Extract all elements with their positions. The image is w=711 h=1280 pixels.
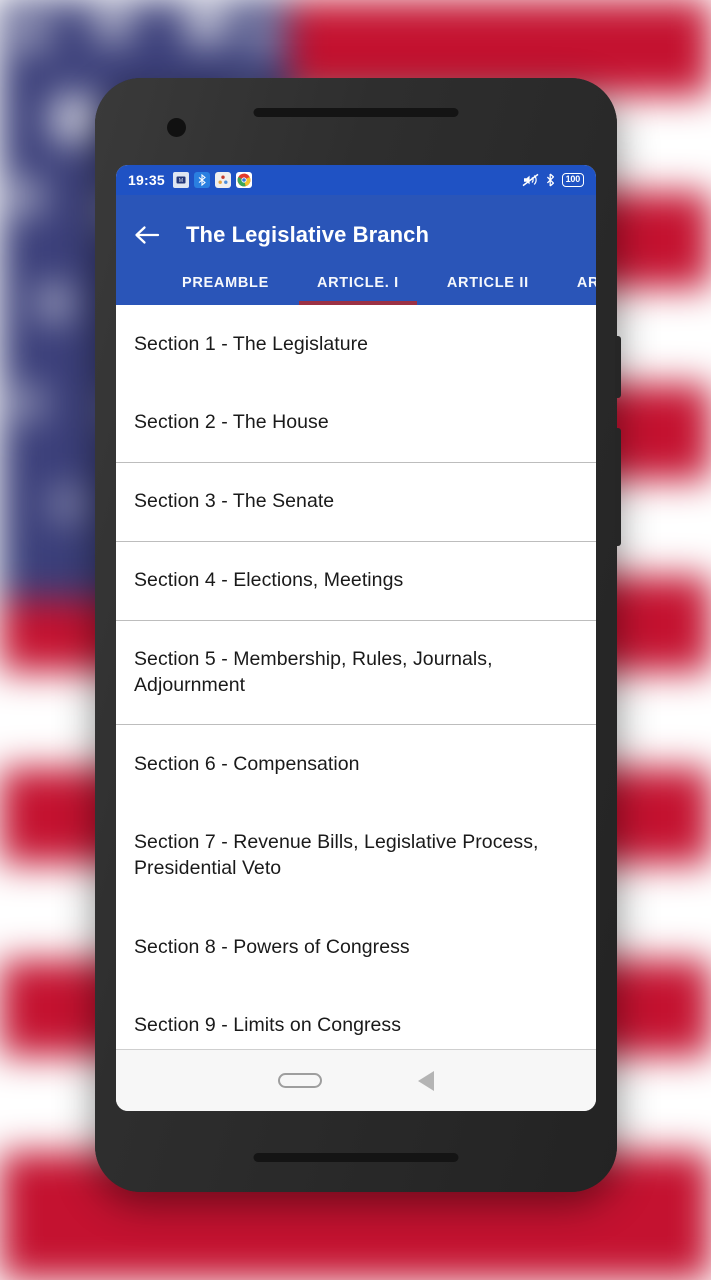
list-item[interactable]: Section 6 - Compensation [116,725,596,805]
list-item-label: Section 5 - Membership, Rules, Journals,… [134,648,493,696]
flag-star [250,24,276,50]
back-arrow-icon[interactable] [124,212,170,258]
tab-preamble[interactable]: PREAMBLE [158,261,293,305]
list-item[interactable]: Section 4 - Elections, Meetings [116,542,596,621]
page-title: The Legislative Branch [186,222,430,247]
files-app-icon [214,172,231,188]
tab-article-2[interactable]: ARTICLE II [423,261,553,305]
flag-star [10,182,40,212]
status-notification-icons: M [172,172,252,188]
bluetooth-icon [545,173,556,187]
status-system-icons: 100 [522,173,584,187]
notification-app-icon: M [172,172,189,188]
power-button[interactable] [615,336,621,398]
app-bar: The Legislative Branch PREAMBLE ARTICLE.… [116,195,596,305]
list-item-label: Section 9 - Limits on Congress [134,1014,402,1037]
list-item[interactable]: Section 2 - The House [116,384,596,463]
list-item[interactable]: Section 5 - Membership, Rules, Journals,… [116,621,596,726]
list-item[interactable]: Section 8 - Powers of Congress [116,907,596,987]
list-item[interactable]: Section 9 - Limits on Congress [116,986,596,1049]
flag-star [56,492,80,516]
earpiece-speaker [253,108,459,117]
list-item-label: Section 1 - The Legislature [134,332,369,355]
battery-level-badge: 100 [561,173,584,187]
list-item[interactable]: Section 7 - Revenue Bills, Legislative P… [116,804,596,908]
list-item-label: Section 7 - Revenue Bills, Legislative P… [134,831,539,880]
list-item-label: Section 2 - The House [134,411,329,434]
flag-star [16,18,46,48]
bottom-speaker [253,1153,459,1162]
tab-bar[interactable]: PREAMBLE ARTICLE. I ARTICLE II ARTICLE I… [116,261,596,305]
back-button-icon[interactable] [418,1070,434,1091]
section-list[interactable]: Section 1 - The Legislature Section 2 - … [116,305,596,1049]
flag-star [186,4,226,44]
phone-device: 19:35 M 100 The Legislative Branch PREAM… [95,78,621,1192]
flag-star [96,6,130,40]
list-item-label: Section 8 - Powers of Congress [134,935,410,958]
home-button-icon[interactable] [278,1073,322,1088]
tab-article-3[interactable]: ARTICLE III [553,261,596,305]
android-nav-bar [116,1049,596,1111]
status-time: 19:35 [128,172,165,188]
front-camera-icon [167,118,186,137]
chrome-icon [235,172,252,188]
list-item-label: Section 6 - Compensation [134,753,360,776]
flag-star [52,96,98,142]
app-bar-top-row: The Legislative Branch [116,209,596,261]
bluetooth-notification-icon [193,172,210,188]
flag-star [14,390,40,416]
tab-article-1[interactable]: ARTICLE. I [293,261,423,305]
list-item[interactable]: Section 3 - The Senate [116,463,596,542]
status-bar: 19:35 M 100 [116,165,596,195]
list-item[interactable]: Section 1 - The Legislature [116,305,596,384]
vibrate-mute-icon [522,173,539,187]
svg-text:M: M [179,178,183,184]
list-item-label: Section 3 - The Senate [134,490,335,513]
volume-button[interactable] [615,428,621,546]
list-item-label: Section 4 - Elections, Meetings [134,569,404,592]
flag-star [40,288,70,318]
phone-screen: 19:35 M 100 The Legislative Branch PREAM… [116,165,596,1111]
